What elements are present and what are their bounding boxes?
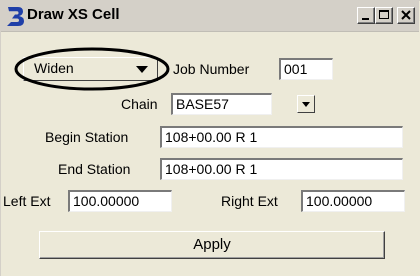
chain-dropdown-button[interactable] [297, 95, 315, 113]
left-ext-label: Left Ext [3, 193, 51, 209]
end-station-field[interactable]: 108+00.00 R 1 [160, 158, 403, 180]
mode-dropdown[interactable]: Widen [23, 57, 158, 81]
draw-xs-cell-dialog: Draw XS Cell Widen Job Number 001 Chain [0, 0, 420, 276]
maximize-icon [379, 10, 389, 19]
minimize-icon [362, 18, 369, 20]
maximize-button[interactable] [375, 7, 393, 24]
bentley-b-icon [7, 7, 24, 26]
left-ext-field[interactable]: 100.00000 [68, 190, 172, 212]
job-number-field[interactable]: 001 [279, 58, 333, 80]
right-ext-field[interactable]: 100.00000 [301, 190, 405, 212]
close-button[interactable] [397, 7, 415, 24]
minimize-button[interactable] [357, 7, 375, 24]
dropdown-arrow-icon [302, 102, 310, 107]
chain-label: Chain [121, 96, 158, 112]
mode-dropdown-value: Widen [34, 60, 74, 76]
end-station-label: End Station [58, 161, 131, 177]
right-ext-label: Right Ext [221, 193, 278, 209]
window-title: Draw XS Cell [27, 6, 120, 23]
dropdown-arrow-icon [136, 66, 148, 73]
begin-station-field[interactable]: 108+00.00 R 1 [160, 126, 403, 148]
begin-station-label: Begin Station [45, 129, 129, 145]
apply-button[interactable]: Apply [39, 231, 385, 259]
chain-field[interactable]: BASE57 [171, 93, 272, 115]
job-number-label: Job Number [173, 61, 250, 77]
title-bar[interactable]: Draw XS Cell [1, 1, 419, 32]
close-icon [401, 10, 411, 20]
